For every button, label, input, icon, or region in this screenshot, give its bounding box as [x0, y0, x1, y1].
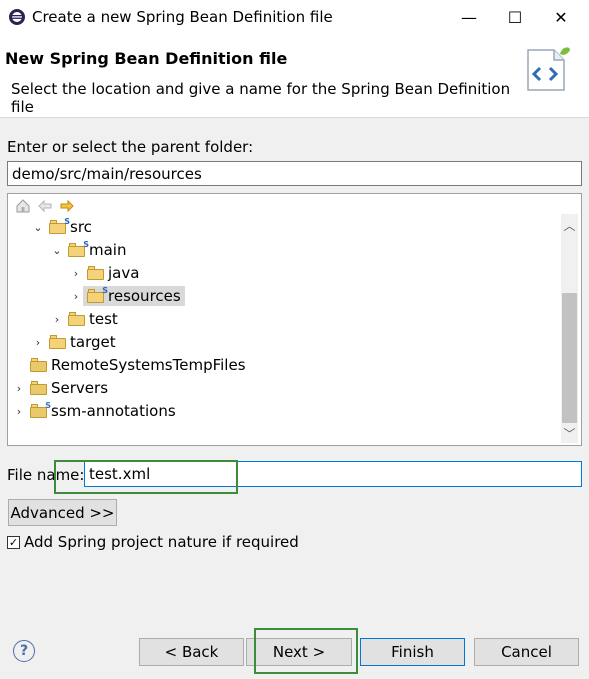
folder-icon — [68, 312, 86, 326]
source-folder-icon: S — [68, 240, 89, 257]
tree-item-label: test — [89, 310, 118, 328]
window-title: Create a new Spring Bean Definition file — [32, 8, 333, 26]
parent-folder-label: Enter or select the parent folder: — [7, 138, 254, 156]
tree-item-java[interactable]: › java — [69, 262, 140, 284]
scroll-down-icon[interactable]: ﹀ — [561, 425, 578, 441]
minimize-button[interactable]: — — [446, 0, 492, 34]
tree-item-resources[interactable]: › S resources — [69, 285, 185, 307]
source-folder-icon: S — [87, 286, 108, 303]
home-icon[interactable] — [14, 198, 32, 214]
expand-toggle-icon[interactable]: › — [50, 313, 64, 326]
tree-item-label: Servers — [51, 379, 109, 397]
tree-item-main[interactable]: ⌄ S main — [50, 239, 126, 261]
tree-item-label: target — [70, 333, 116, 351]
tree-item-label: src — [70, 218, 92, 236]
eclipse-app-icon — [9, 9, 25, 25]
tree-item-label: java — [108, 264, 140, 282]
help-icon[interactable]: ? — [13, 640, 35, 662]
maximize-icon: ☐ — [507, 7, 523, 27]
expand-toggle-icon[interactable]: › — [31, 336, 45, 349]
highlight-box-file-name — [54, 460, 238, 494]
cancel-button[interactable]: Cancel — [474, 638, 579, 666]
banner-description: Select the location and give a name for … — [11, 80, 511, 116]
expand-toggle-icon[interactable]: ⌄ — [31, 221, 45, 234]
folder-icon — [49, 335, 67, 349]
close-icon: ✕ — [554, 7, 568, 27]
tree-toolbar — [14, 197, 76, 215]
xml-file-code-icon — [527, 47, 570, 91]
tree-item-label: ssm-annotations — [51, 402, 176, 420]
back-button[interactable]: < Back — [139, 638, 244, 666]
tree-item-servers[interactable]: › Servers — [12, 377, 108, 399]
minimize-icon: — — [461, 7, 477, 27]
expand-toggle-icon[interactable]: › — [69, 267, 83, 280]
tree-item-ssm-annotations[interactable]: › S ssm-annotations — [12, 400, 176, 422]
forward-arrow-icon[interactable] — [58, 198, 76, 214]
folder-icon — [87, 266, 105, 280]
tree-item-label: main — [89, 241, 127, 259]
expand-toggle-icon[interactable]: ⌄ — [50, 244, 64, 257]
spring-nature-option[interactable]: ✓ Add Spring project nature if required — [7, 533, 299, 551]
spring-nature-label: Add Spring project nature if required — [24, 533, 299, 551]
tree-item-label: resources — [108, 287, 181, 305]
expand-toggle-icon[interactable]: › — [12, 382, 26, 395]
tree-item-src[interactable]: ⌄ S src — [31, 216, 92, 238]
close-button[interactable]: ✕ — [538, 0, 584, 34]
scroll-up-icon[interactable]: ︿ — [561, 217, 578, 233]
tree-item-target[interactable]: › target — [31, 331, 116, 353]
highlight-box-next — [254, 628, 358, 674]
tree-item-label: RemoteSystemsTempFiles — [51, 356, 246, 374]
project-folder-icon — [30, 358, 48, 372]
selected-item-highlight[interactable]: S resources — [83, 286, 185, 306]
tree-item-remote-systems[interactable]: RemoteSystemsTempFiles — [12, 354, 246, 376]
finish-button[interactable]: Finish — [360, 638, 465, 666]
expand-toggle-icon[interactable]: › — [69, 290, 83, 303]
advanced-button[interactable]: Advanced >> — [8, 499, 117, 526]
project-folder-icon — [30, 381, 48, 395]
maven-spring-project-icon: S — [30, 401, 51, 418]
spring-nature-checkbox[interactable]: ✓ — [7, 535, 20, 549]
scrollbar-thumb[interactable] — [562, 293, 577, 423]
expand-toggle-icon[interactable]: › — [12, 405, 26, 418]
source-folder-icon: S — [49, 217, 70, 234]
parent-folder-input[interactable]: demo/src/main/resources — [7, 161, 582, 186]
back-arrow-icon[interactable] — [36, 198, 54, 214]
banner-title: New Spring Bean Definition file — [5, 49, 288, 68]
maximize-button[interactable]: ☐ — [492, 0, 538, 34]
tree-item-test[interactable]: › test — [50, 308, 118, 330]
